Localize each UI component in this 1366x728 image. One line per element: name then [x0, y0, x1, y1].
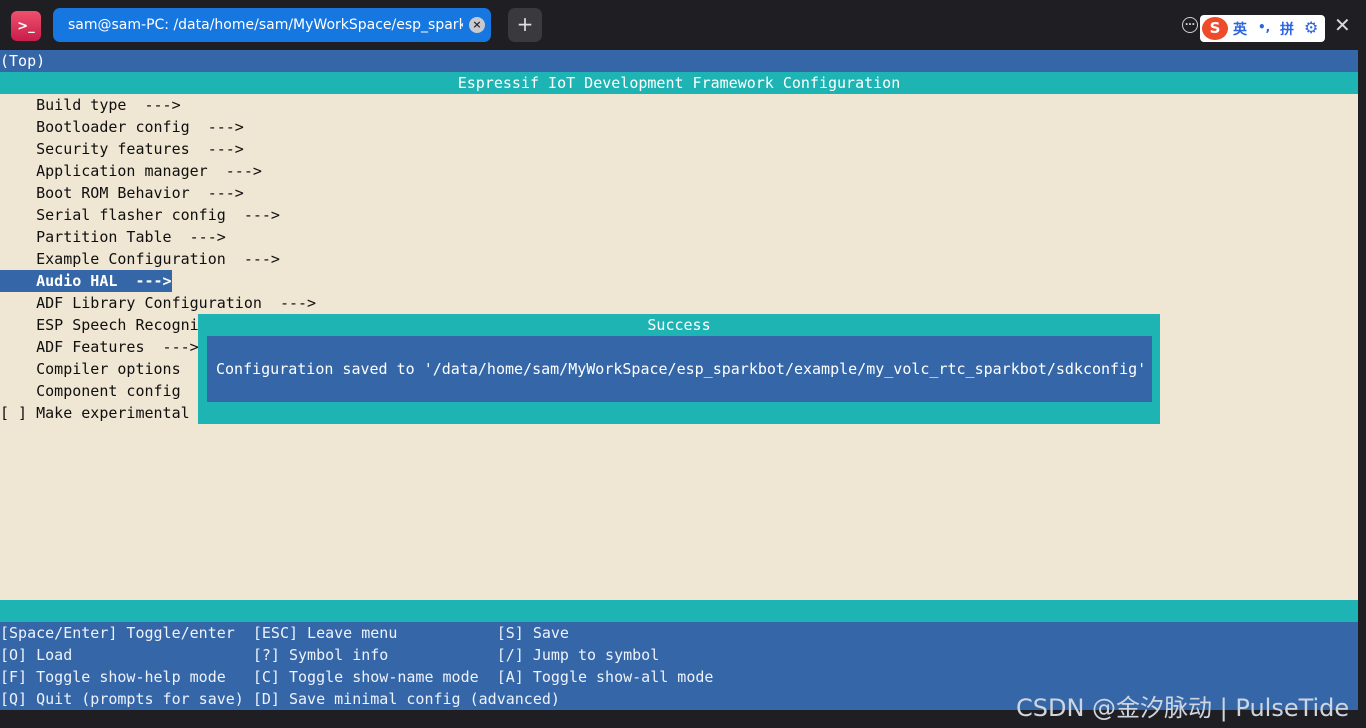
menu-item-serial-flasher-config[interactable]: Serial flasher config --->	[0, 204, 280, 226]
dialog-body: Configuration saved to '/data/home/sam/M…	[207, 336, 1152, 402]
tab-title: sam@sam-PC: /data/home/sam/MyWorkSpace/e…	[68, 17, 463, 33]
menu-item-bootloader-config[interactable]: Bootloader config --->	[0, 116, 244, 138]
menu-item-make-experimental[interactable]: [ ] Make experimental	[0, 402, 190, 424]
dialog-title: Success	[647, 316, 711, 334]
menu-item-build-type[interactable]: Build type --->	[0, 94, 181, 116]
new-tab-button[interactable]: +	[508, 8, 542, 42]
footer-line: [Space/Enter] Toggle/enter [ESC] Leave m…	[0, 624, 569, 642]
menu-item-adf-library-configuration[interactable]: ADF Library Configuration --->	[0, 292, 316, 314]
footer-divider	[0, 600, 1358, 622]
ime-mode-toggle[interactable]: 拼	[1280, 19, 1294, 39]
menu-item-partition-table[interactable]: Partition Table --->	[0, 226, 226, 248]
sogou-logo-icon[interactable]: S	[1202, 17, 1228, 40]
menu-item-compiler-options[interactable]: Compiler options	[0, 358, 181, 380]
dialog-message: Configuration saved to '/data/home/sam/M…	[216, 360, 1147, 378]
terminal-tab[interactable]: sam@sam-PC: /data/home/sam/MyWorkSpace/e…	[53, 8, 491, 42]
ime-punctuation-toggle[interactable]: •,	[1258, 20, 1270, 34]
menu-item-example-configuration[interactable]: Example Configuration --->	[0, 248, 280, 270]
ime-settings-icon[interactable]: ⚙	[1304, 18, 1318, 37]
menu-item-component-config[interactable]: Component config	[0, 380, 181, 402]
menu-item-security-features[interactable]: Security features --->	[0, 138, 244, 160]
more-options-icon[interactable]: …	[1182, 17, 1198, 33]
menu-item-adf-features[interactable]: ADF Features --->	[0, 336, 199, 358]
footer-line: [O] Load [?] Symbol info [/] Jump to sym…	[0, 646, 660, 664]
tab-close-icon[interactable]: ×	[469, 17, 485, 33]
menu-item-application-manager[interactable]: Application manager --->	[0, 160, 262, 182]
title-bar: >_ sam@sam-PC: /data/home/sam/MyWorkSpac…	[0, 0, 1366, 50]
menu-item-esp-speech-recognition[interactable]: ESP Speech Recogni	[0, 314, 199, 336]
menu-item-boot-rom-behavior[interactable]: Boot ROM Behavior --->	[0, 182, 244, 204]
menu-item-audio-hal-selected[interactable]: Audio HAL --->	[0, 270, 172, 292]
breadcrumb: (Top)	[0, 50, 1358, 72]
menu-header: Espressif IoT Development Framework Conf…	[0, 72, 1358, 94]
terminal-area[interactable]: (Top) Espressif IoT Development Framewor…	[0, 50, 1358, 710]
success-dialog: Success Configuration saved to '/data/ho…	[198, 314, 1160, 424]
terminal-scrollbar[interactable]	[1358, 50, 1366, 728]
terminal-app-icon[interactable]: >_	[11, 11, 41, 41]
footer-line: [Q] Quit (prompts for save) [D] Save min…	[0, 690, 560, 708]
window-close-icon[interactable]: ✕	[1334, 14, 1351, 36]
footer-line: [F] Toggle show-help mode [C] Toggle sho…	[0, 668, 714, 686]
csdn-watermark: CSDN @金汐脉动 | PulseTide	[1016, 694, 1350, 722]
ime-toolbar[interactable]: S 英 •, 拼 ⚙	[1200, 15, 1325, 42]
ime-language-toggle[interactable]: 英	[1233, 19, 1247, 39]
